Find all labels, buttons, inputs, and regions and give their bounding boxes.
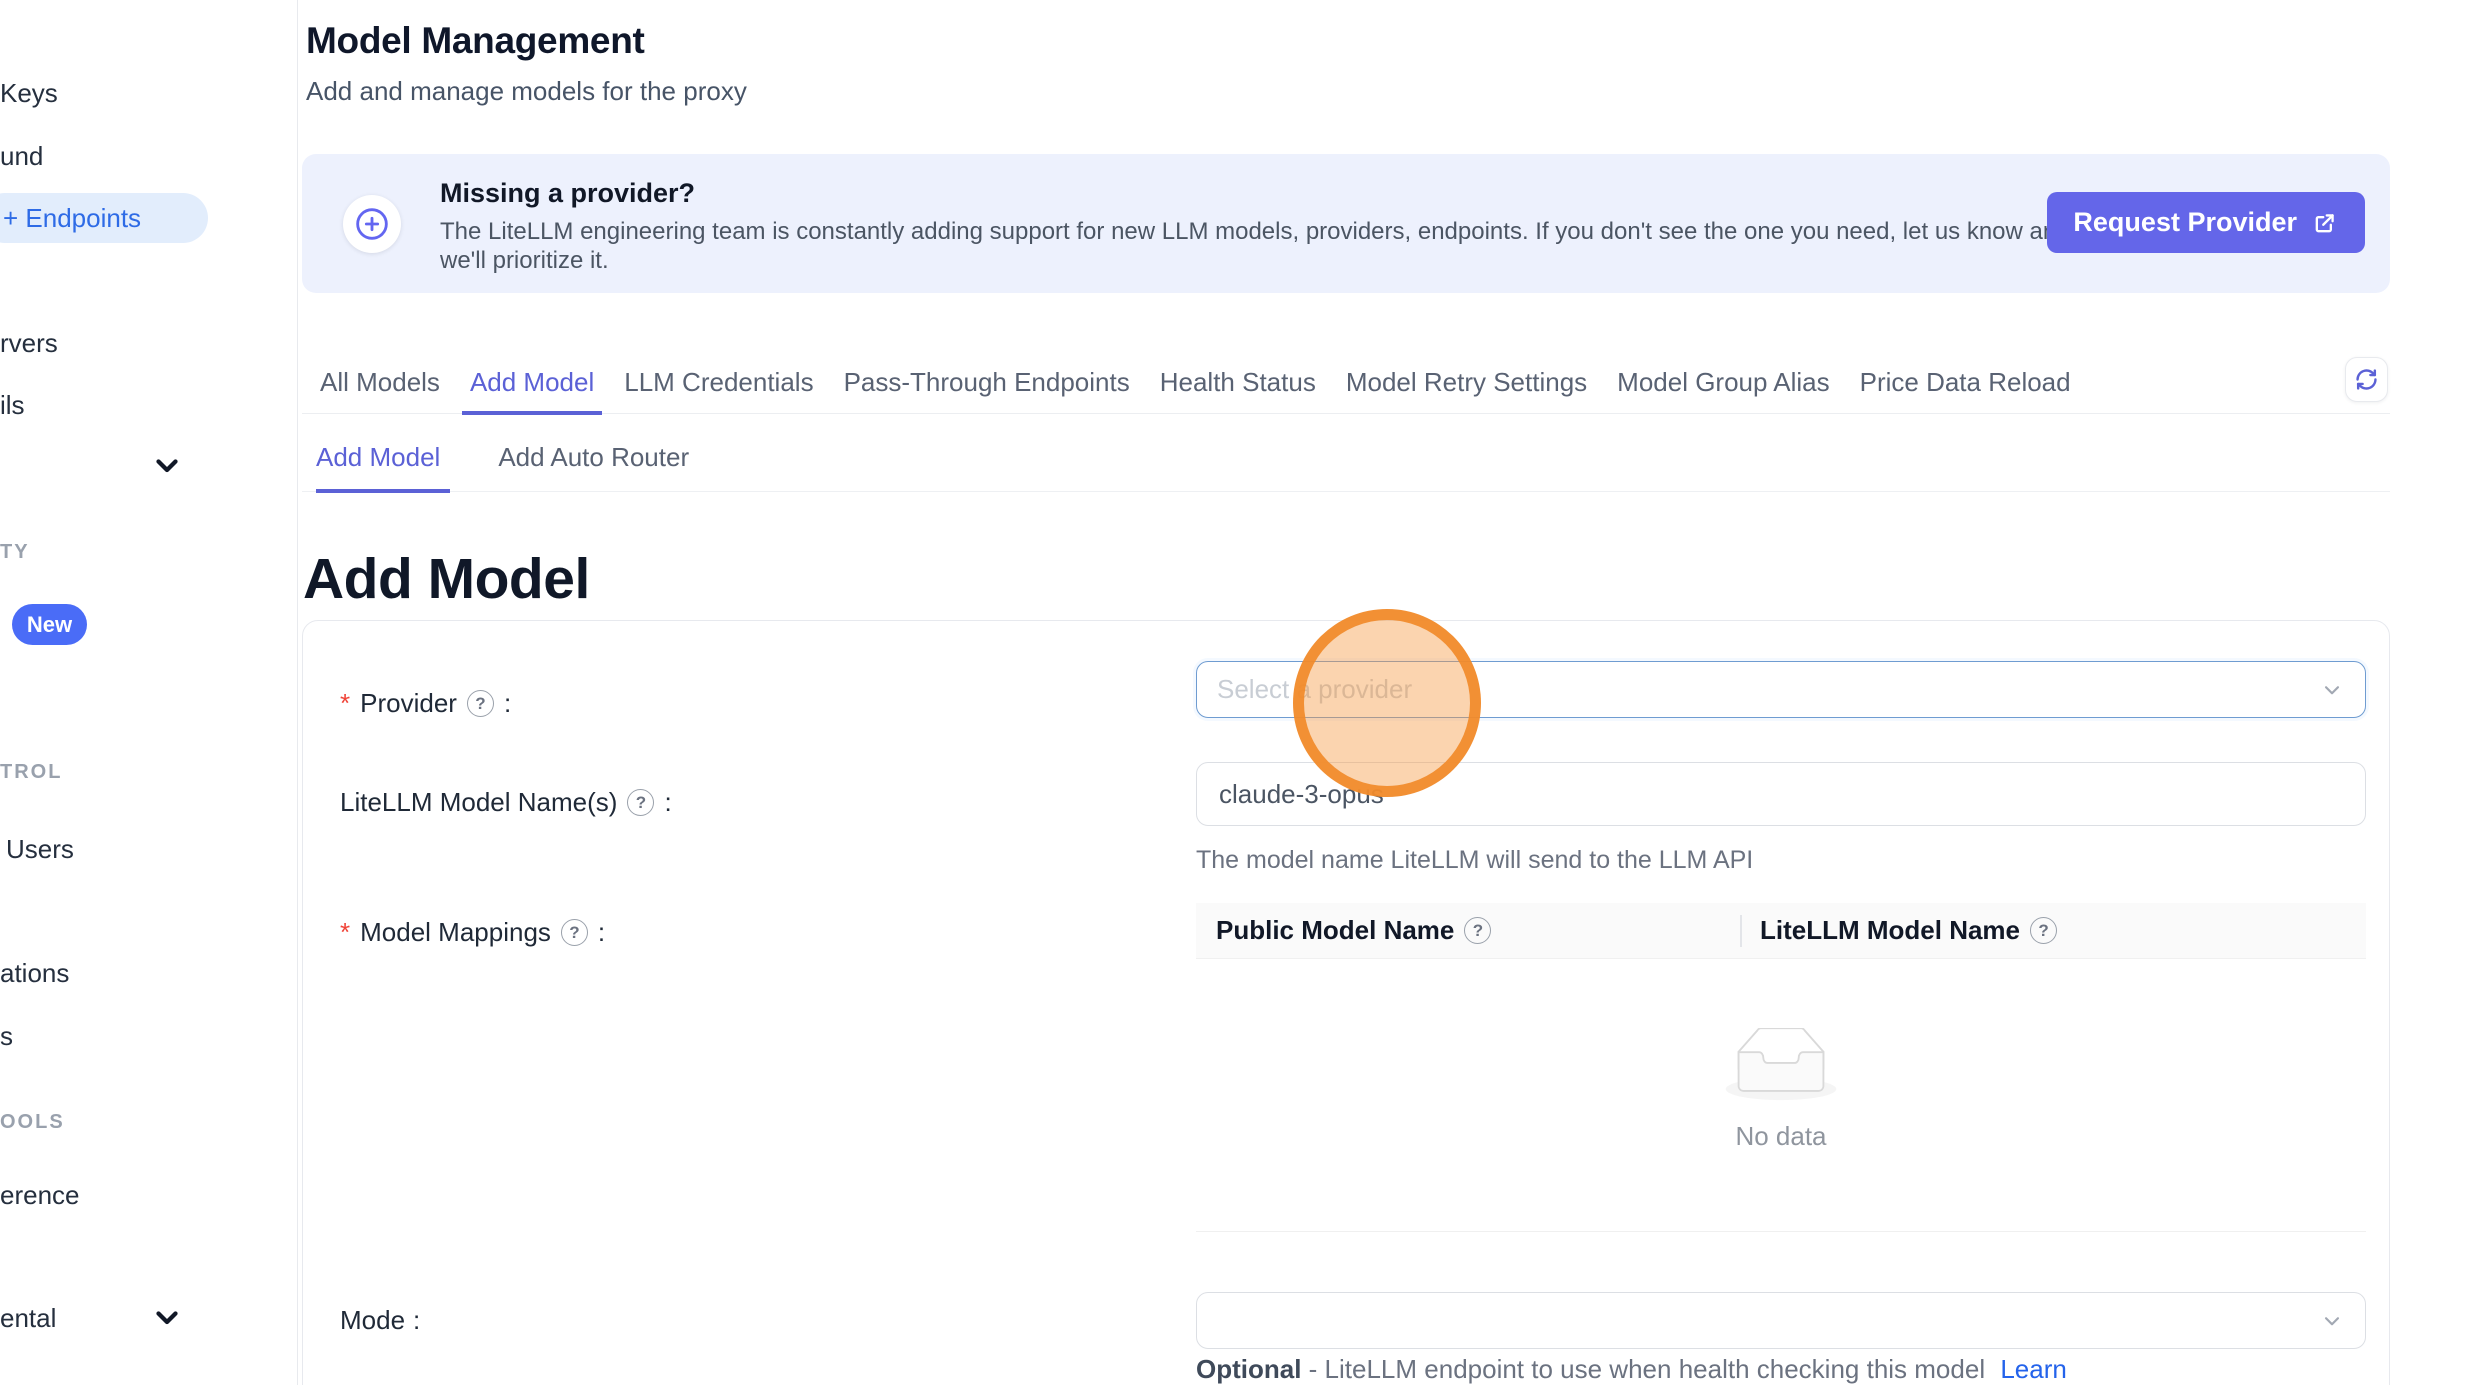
help-icon[interactable]: ? [561,919,588,946]
model-mappings-label: * Model Mappings ? : [340,917,605,948]
empty-state: No data [1196,1028,2366,1152]
sidebar-section-tools: OOLS [0,1108,65,1136]
tab-price-data-reload[interactable]: Price Data Reload [1860,366,2071,398]
plus-circle-icon [343,195,401,253]
learn-more-link[interactable]: Learn [2000,1354,2067,1384]
model-name-label: LiteLLM Model Name(s) ? : [340,787,672,818]
mode-helper-optional: Optional [1196,1354,1301,1384]
chevron-down-icon [2319,677,2345,703]
provider-label: * Provider ? : [340,688,511,719]
chevron-down-icon[interactable] [150,448,184,482]
mode-select[interactable] [1196,1292,2366,1349]
help-icon[interactable]: ? [627,789,654,816]
mode-helper: Optional - LiteLLM endpoint to use when … [1196,1354,2067,1385]
model-name-input[interactable] [1196,762,2366,826]
subtab-add-model[interactable]: Add Model [316,440,440,474]
tab-model-group-alias[interactable]: Model Group Alias [1617,366,1829,398]
provider-select[interactable]: Select a provider [1196,661,2366,718]
add-model-subtabs: Add Model Add Auto Router [302,440,2390,492]
model-name-helper: The model name LiteLLM will send to the … [1196,846,1753,875]
model-management-page: Keys und + Endpoints rvers ils TY New TR… [0,0,2477,1385]
column-public-model-name: Public Model Name ? [1196,915,1740,946]
label-colon: : [598,917,605,948]
subtab-add-auto-router[interactable]: Add Auto Router [498,440,689,474]
provider-placeholder: Select a provider [1217,674,1412,705]
tab-health-status[interactable]: Health Status [1160,366,1316,398]
tab-pass-through-endpoints[interactable]: Pass-Through Endpoints [844,366,1130,398]
sidebar-item-guardrails[interactable]: ils [0,385,25,425]
table-bottom-border [1196,1231,2366,1233]
refresh-button[interactable] [2345,357,2388,402]
banner-text-line1: The LiteLLM engineering team is constant… [440,218,2070,246]
model-mappings-table: Public Model Name ? LiteLLM Model Name ?… [1196,903,2366,1232]
chevron-down-icon[interactable] [150,1300,184,1334]
column-public-label: Public Model Name [1216,915,1454,946]
required-mark: * [340,688,350,719]
model-mappings-label-text: Model Mappings [360,917,551,948]
sync-icon [2352,365,2381,394]
chevron-down-icon [2319,1308,2345,1334]
sidebar-item-endpoints-label: + Endpoints [0,193,208,243]
banner-text-line2: we'll prioritize it. [440,247,609,275]
model-management-tabs: All Models Add Model LLM Credentials Pas… [302,366,2390,414]
sidebar-item-keys[interactable]: Keys [0,73,58,113]
banner-title: Missing a provider? [440,178,695,209]
page-subtitle: Add and manage models for the proxy [306,76,747,107]
sidebar-item-endpoints-active[interactable]: + Endpoints [0,193,208,243]
label-colon: : [504,688,511,719]
sidebar-item-teams[interactable]: s [0,1016,13,1056]
page-title: Model Management [306,20,645,62]
model-name-label-text: LiteLLM Model Name(s) [340,787,617,818]
request-provider-label: Request Provider [2073,207,2297,238]
tab-llm-credentials[interactable]: LLM Credentials [624,366,813,398]
no-data-text: No data [1196,1121,2366,1152]
tab-all-models[interactable]: All Models [320,366,440,398]
sidebar-item-users[interactable]: Users [6,829,74,869]
request-provider-button[interactable]: Request Provider [2047,192,2365,253]
column-litellm-label: LiteLLM Model Name [1760,915,2020,946]
column-litellm-model-name: LiteLLM Model Name ? [1740,915,2059,946]
help-icon[interactable]: ? [467,690,494,717]
mode-helper-text: - LiteLLM endpoint to use when health ch… [1309,1354,1985,1384]
missing-provider-banner: Missing a provider? The LiteLLM engineer… [302,154,2390,293]
provider-label-text: Provider [360,688,457,719]
new-badge[interactable]: New [12,604,87,645]
tab-add-model[interactable]: Add Model [470,366,594,398]
help-icon[interactable]: ? [2030,917,2057,944]
help-icon[interactable]: ? [1464,917,1491,944]
column-divider [1740,915,1742,947]
mode-label: Mode : [340,1305,420,1336]
sidebar-section-ty: TY [0,538,30,566]
label-colon: : [664,787,671,818]
sidebar-section-trol: TROL [0,758,62,786]
required-mark: * [340,917,350,948]
sidebar-item-organizations[interactable]: ations [0,953,69,993]
table-header: Public Model Name ? LiteLLM Model Name ? [1196,903,2366,959]
sidebar-item-servers[interactable]: rvers [0,323,58,363]
empty-box-icon [1722,1028,1840,1104]
label-colon: : [413,1305,420,1336]
add-model-heading: Add Model [303,546,590,612]
sidebar-item-playground[interactable]: und [0,136,43,176]
sidebar: Keys und + Endpoints rvers ils TY New TR… [0,0,298,1385]
mode-label-text: Mode [340,1305,405,1336]
tab-model-retry-settings[interactable]: Model Retry Settings [1346,366,1587,398]
sidebar-item-experimental[interactable]: ental [0,1298,56,1338]
sidebar-item-inference[interactable]: erence [0,1175,80,1215]
external-link-icon [2311,209,2339,237]
